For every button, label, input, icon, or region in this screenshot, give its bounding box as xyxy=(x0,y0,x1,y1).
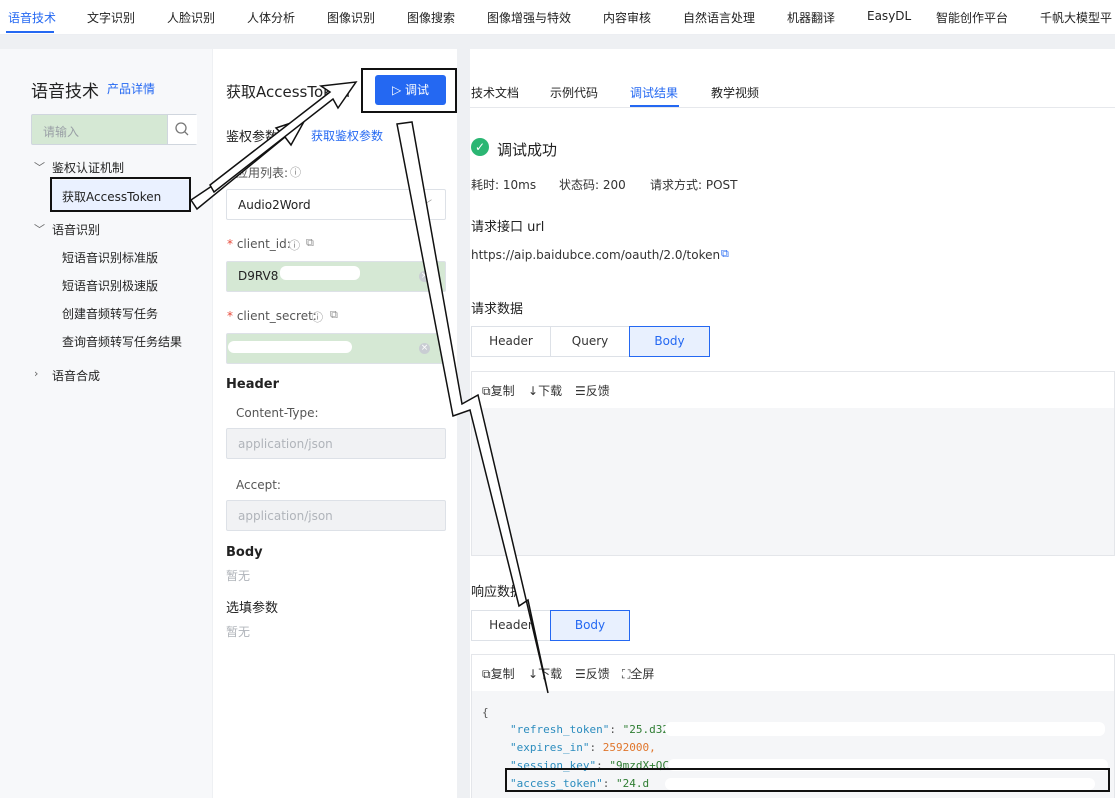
annotation-arrows xyxy=(189,81,549,694)
